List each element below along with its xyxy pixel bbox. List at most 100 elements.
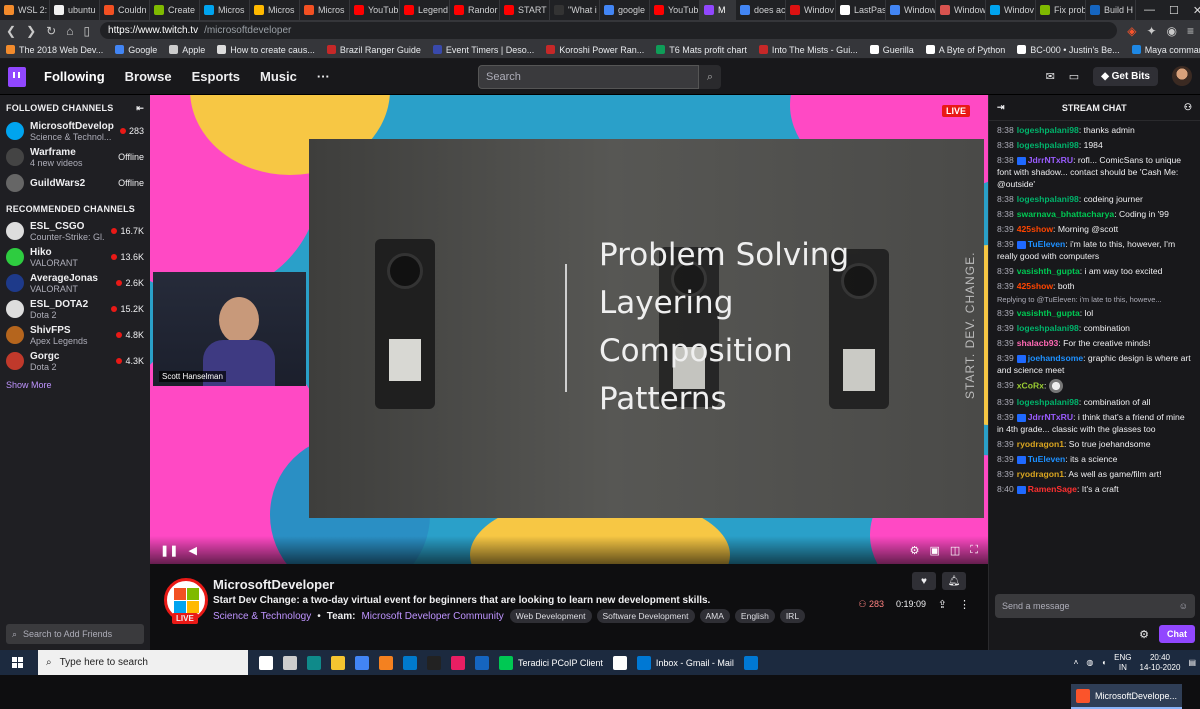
bookmark-item[interactable]: T6 Mats profit chart <box>656 45 747 55</box>
volume-icon[interactable]: ◀ <box>188 544 196 557</box>
taskbar-app[interactable]: Teradici PCoIP Client <box>494 650 608 675</box>
community-icon[interactable]: ⚇ <box>1184 102 1192 113</box>
clip-icon[interactable]: ▣ <box>929 544 939 557</box>
bookmark-item[interactable]: Brazil Ranger Guide <box>326 45 421 55</box>
bookmark-item[interactable]: Event Timers | Deso... <box>432 45 534 55</box>
taskbar-app[interactable]: MicrosoftDevelope... <box>1070 684 1182 709</box>
chat-username[interactable]: swarnava_bhattacharya <box>1017 209 1114 219</box>
browser-tab[interactable]: YouTub <box>650 0 700 20</box>
home-icon[interactable]: ⌂ <box>66 24 73 38</box>
bookmark-item[interactable]: How to create caus... <box>217 45 315 55</box>
chat-username[interactable]: TuEleven <box>1028 239 1066 249</box>
browser-tab[interactable]: Fix prob <box>1036 0 1086 20</box>
stream-tag[interactable]: IRL <box>779 609 806 623</box>
stream-tag[interactable]: Web Development <box>509 609 592 623</box>
bookmark-item[interactable]: Into The Mists - Gui... <box>758 45 858 55</box>
channel-name[interactable]: MicrosoftDeveloper <box>213 577 334 592</box>
chat-username[interactable]: logeshpalani98 <box>1017 323 1079 333</box>
taskbar-app[interactable] <box>254 650 278 675</box>
taskbar-app[interactable] <box>446 650 470 675</box>
taskbar-app[interactable] <box>302 650 326 675</box>
bookmark-item[interactable]: A Byte of Python <box>925 45 1005 55</box>
chat-send-button[interactable]: Chat <box>1159 625 1195 643</box>
emote-picker-icon[interactable]: ☺ <box>1179 601 1188 611</box>
taskbar-app[interactable] <box>739 650 763 675</box>
sidebar-channel-item[interactable]: ShivFPS Apex Legends 4.8K <box>0 322 150 348</box>
taskbar-app[interactable] <box>422 650 446 675</box>
browser-tab[interactable]: Micros <box>300 0 350 20</box>
chat-username[interactable]: 425show <box>1017 281 1053 291</box>
team-link[interactable]: Microsoft Developer Community <box>361 611 503 622</box>
maximize-icon[interactable]: ☐ <box>1169 4 1179 17</box>
forward-icon[interactable]: ❯ <box>26 24 36 38</box>
taskbar-app[interactable]: Inbox - Gmail - Mail <box>632 650 739 675</box>
collapse-chat-icon[interactable]: ⇥ <box>997 102 1005 113</box>
settings-icon[interactable]: ⚙ <box>910 544 920 557</box>
browser-tab[interactable]: YouTub <box>350 0 400 20</box>
chat-username[interactable]: JdrrNTxRU <box>1028 412 1073 422</box>
browser-tab[interactable]: Window <box>936 0 986 20</box>
chat-username[interactable]: xCoRx <box>1017 380 1044 390</box>
browser-tab[interactable]: Build H <box>1086 0 1136 20</box>
taskbar-app[interactable] <box>398 650 422 675</box>
sidebar-channel-item[interactable]: AverageJonas VALORANT 2.6K <box>0 270 150 296</box>
sidebar-channel-item[interactable]: ESL_DOTA2 Dota 2 15.2K <box>0 296 150 322</box>
browser-tab[interactable]: ubuntu <box>50 0 100 20</box>
get-bits-button[interactable]: ◆ Get Bits <box>1093 66 1158 86</box>
chat-username[interactable]: vasishth_gupta <box>1017 308 1080 318</box>
bookmark-item[interactable]: BC-000 • Justin's Be... <box>1017 45 1120 55</box>
tray-arrow-icon[interactable]: ˄ <box>1074 658 1079 667</box>
bookmark-item[interactable]: Koroshi Power Ran... <box>546 45 644 55</box>
show-more-link[interactable]: Show More <box>0 374 150 396</box>
reload-icon[interactable]: ↻ <box>46 24 56 38</box>
share-icon[interactable]: ⇪ <box>938 598 947 611</box>
bookmark-item[interactable]: Maya commands <box>1131 45 1200 55</box>
user-avatar[interactable] <box>1172 66 1192 86</box>
bookmark-item[interactable]: Apple <box>169 45 205 55</box>
browser-tab[interactable]: "What i <box>550 0 600 20</box>
category-link[interactable]: Science & Technology <box>213 611 311 622</box>
close-icon[interactable]: ✕ <box>1193 4 1200 17</box>
chat-input[interactable]: Send a message ☺ <box>995 594 1195 618</box>
browser-tab[interactable]: Windov <box>986 0 1036 20</box>
back-icon[interactable]: ❮ <box>6 24 16 38</box>
address-bar[interactable]: https://www.twitch.tv/microsoftdeveloper <box>100 22 1118 39</box>
taskbar-app[interactable] <box>608 650 632 675</box>
bookmark-item[interactable]: Google <box>115 45 157 55</box>
browser-tab[interactable]: LastPas <box>836 0 886 20</box>
profile-icon[interactable]: ◉ <box>1167 24 1177 38</box>
video-player[interactable]: Problem Solving Layering Composition Pat… <box>150 95 988 564</box>
sidebar-channel-item[interactable]: Hiko VALORANT 13.6K <box>0 244 150 270</box>
sidebar-channel-item[interactable]: ESL_CSGO Counter-Strike: Gl... 16.7K <box>0 218 150 244</box>
minimize-icon[interactable]: — <box>1144 4 1155 17</box>
speaker-icon[interactable]: ◖ <box>1101 658 1106 667</box>
chat-username[interactable]: logeshpalani98 <box>1017 397 1079 407</box>
chat-username[interactable]: shalacb93 <box>1017 338 1059 348</box>
search-icon[interactable]: ⌕ <box>699 65 721 89</box>
chat-username[interactable]: logeshpalani98 <box>1017 125 1079 135</box>
stream-tag[interactable]: AMA <box>699 609 730 623</box>
menu-icon[interactable]: ≡ <box>1187 24 1194 38</box>
nav-browse[interactable]: Browse <box>125 69 172 84</box>
bookmark-item[interactable]: The 2018 Web Dev... <box>6 45 103 55</box>
chat-username[interactable]: joehandsome <box>1028 353 1083 363</box>
chat-username[interactable]: TuEleven <box>1028 454 1066 464</box>
bookmark-item[interactable]: Guerilla <box>869 45 914 55</box>
search-input[interactable]: Search <box>478 65 699 89</box>
sidebar-channel-item[interactable]: Warframe 4 new videos Offline <box>0 144 150 170</box>
browser-tab[interactable]: Randor <box>450 0 500 20</box>
browser-tab[interactable]: google <box>600 0 650 20</box>
more-options-icon[interactable]: ⋮ <box>959 598 970 611</box>
sidebar-channel-item[interactable]: GuildWars2 Offline <box>0 170 150 196</box>
language-indicator[interactable]: ENG IN <box>1114 653 1131 673</box>
browser-tab[interactable]: Micros <box>200 0 250 20</box>
taskbar-search[interactable]: ⌕ Type here to search <box>38 650 248 675</box>
nav-more-button[interactable]: ··· <box>317 69 330 84</box>
chat-username[interactable]: JdrrNTxRU <box>1028 155 1073 165</box>
heart-icon[interactable]: ♥ <box>912 572 936 590</box>
inbox-icon[interactable]: ✉ <box>1046 70 1055 83</box>
notification-bell-icon[interactable]: 🔔︎ <box>942 572 966 590</box>
browser-tab[interactable]: Windov <box>786 0 836 20</box>
browser-tab[interactable]: Micros <box>250 0 300 20</box>
notifications-icon[interactable]: ▤ <box>1188 658 1196 667</box>
